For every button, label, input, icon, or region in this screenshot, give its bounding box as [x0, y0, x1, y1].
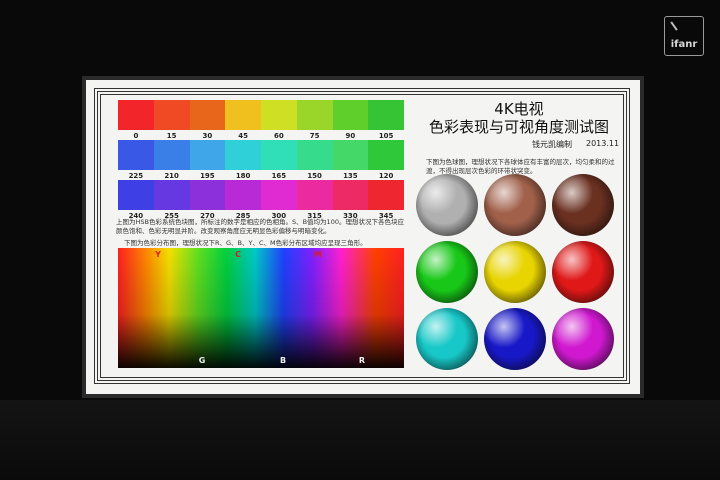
- hue-swatch: [225, 100, 261, 130]
- spectrum-note: 下图为色彩分布图，理想状况下R、G、B、Y、C、M色彩分布区域均应呈现三角形。: [124, 239, 367, 247]
- hue-note: 上图为HSB色彩系统色块图，所标注的数字是相应的色相角。S、B值均为100。理想…: [116, 218, 404, 235]
- hue-swatch: [153, 140, 190, 170]
- color-sphere: [416, 308, 478, 370]
- color-sphere: [484, 174, 546, 236]
- hue-swatch: [189, 180, 226, 210]
- spectrum-label-bottom: B: [279, 356, 287, 365]
- hue-swatch: [261, 100, 297, 130]
- watermark-text: ifanr: [670, 39, 698, 50]
- color-sphere: [552, 241, 614, 303]
- hue-swatch: [225, 180, 261, 210]
- color-sphere: [552, 308, 614, 370]
- hue-swatch: [118, 140, 154, 170]
- floor: [0, 400, 720, 480]
- spectrum-label-top: M: [314, 250, 322, 259]
- color-sphere: [416, 174, 478, 236]
- color-sphere: [416, 241, 478, 303]
- hue-swatch: [189, 140, 226, 170]
- hue-swatch: [368, 100, 404, 130]
- hue-swatch: [225, 140, 261, 170]
- chart-date: 2013.11: [586, 139, 620, 148]
- hue-strip-2: [118, 140, 404, 170]
- spectrum-label-bottom: R: [358, 356, 366, 365]
- hue-swatch: [332, 140, 369, 170]
- hue-swatch: [368, 140, 404, 170]
- color-spectrum: [118, 248, 404, 368]
- hue-swatch: [189, 100, 226, 130]
- hue-swatch: [118, 180, 154, 210]
- spectrum-label-top: Y: [155, 250, 161, 259]
- hue-swatch: [368, 180, 404, 210]
- ifanr-logo: ifanr: [664, 16, 704, 56]
- hue-swatch: [261, 140, 297, 170]
- color-sphere: [484, 308, 546, 370]
- hue-swatch: [296, 140, 333, 170]
- chart-title-line2: 色彩表现与可视角度测试图: [428, 118, 609, 136]
- test-chart-screen: 0 15 30 45 60 75 90 105 225 210 195 180 165 150 135 12…: [86, 80, 640, 394]
- sphere-note: 下图为色球图，理想状况下各球体应有丰富的层次，均匀柔和的过渡，不得出现层次色彩的…: [426, 158, 615, 175]
- hue-swatch: [153, 100, 190, 130]
- hue-swatch: [153, 180, 190, 210]
- hue-swatch: [261, 180, 297, 210]
- chart-author: 钱元凯编制: [532, 140, 572, 149]
- hue-swatch: [118, 100, 154, 130]
- hue-strip-3: [118, 180, 404, 210]
- hue-swatch: [296, 180, 333, 210]
- hue-swatch: [296, 100, 333, 130]
- color-sphere: [484, 241, 546, 303]
- spectrum-label-top: C: [235, 250, 241, 259]
- spectrum-label-bottom: G: [198, 356, 206, 365]
- hue-swatch: [332, 180, 369, 210]
- hue-strip-1: [118, 100, 404, 130]
- hue-swatch: [332, 100, 369, 130]
- logo-mark-icon: [670, 21, 678, 31]
- color-sphere: [552, 174, 614, 236]
